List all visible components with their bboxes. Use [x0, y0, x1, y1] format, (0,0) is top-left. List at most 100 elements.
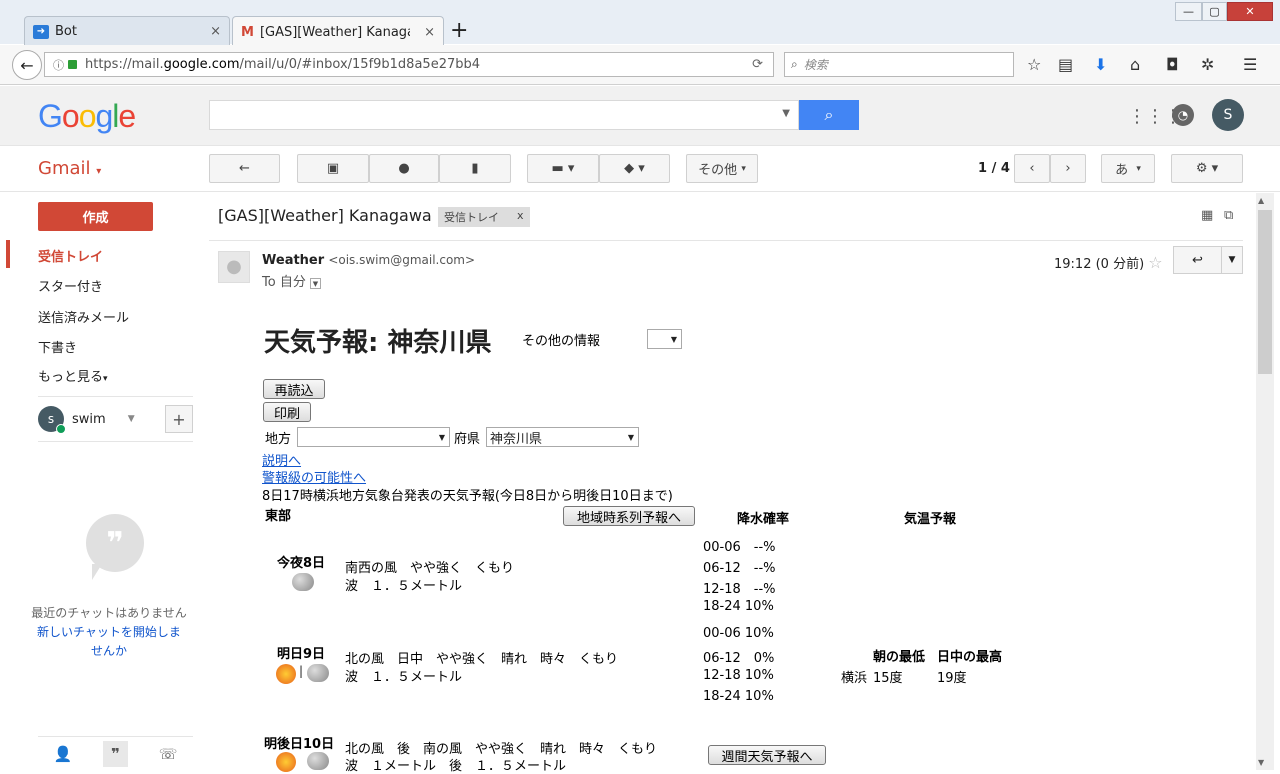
search-placeholder: 検索 [803, 58, 828, 72]
labels-button[interactable]: ◆ ▾ [599, 154, 670, 183]
maximize-button[interactable]: ▢ [1202, 2, 1227, 21]
precip-row: 12-18 --% [703, 582, 776, 597]
back-to-inbox-button[interactable]: ← [209, 154, 280, 183]
reply-more-chevron-icon[interactable]: ▼ [1222, 247, 1242, 273]
day-wave-line: 波 １メートル 後 １．５メートル [345, 759, 567, 774]
star-icon[interactable]: ☆ [1148, 253, 1162, 272]
back-button[interactable]: ← [12, 50, 42, 80]
input-tools-button[interactable]: あ ▾ [1101, 154, 1155, 183]
sidebar-item-more[interactable]: もっと見る▾ [38, 366, 108, 385]
google-logo[interactable]: Google [38, 98, 136, 135]
online-status-icon [56, 424, 66, 434]
bookmark-star-icon[interactable]: ☆ [1027, 55, 1041, 74]
settings-button[interactable]: ⚙ ▾ [1171, 154, 1243, 183]
more-button[interactable]: その他 ▾ [686, 154, 758, 183]
other-info-select[interactable]: ▼ [647, 329, 682, 349]
reply-button[interactable]: ↩ [1174, 247, 1222, 273]
new-tab-button[interactable]: + [450, 18, 468, 43]
gmail-favicon-icon: M [241, 24, 254, 40]
contacts-person-icon[interactable]: 👤 [53, 745, 72, 763]
tab-bot[interactable]: ➜ Bot × [24, 16, 230, 46]
recipient: To 自分 [262, 275, 306, 290]
browser-search-input[interactable]: ⌕ 検索 [784, 52, 1014, 77]
account-avatar[interactable]: S [1212, 99, 1244, 131]
scroll-up-icon[interactable]: ▲ [1258, 196, 1264, 205]
header-divider [209, 240, 1243, 241]
delete-button[interactable]: ▮ [439, 154, 511, 183]
weekly-forecast-button[interactable]: 週間天気予報へ [708, 745, 826, 765]
area-name: 東部 [265, 509, 292, 524]
tab-close-icon[interactable]: × [210, 24, 221, 39]
message-time: 19:12 (0 分前) ☆ [1054, 253, 1163, 272]
temp-low: 15度 [873, 671, 903, 686]
archive-button[interactable]: ▣ [297, 154, 369, 183]
precip-row: 06-12 --% [703, 561, 776, 576]
search-icon: ⌕ [824, 105, 834, 124]
print-button[interactable]: 印刷 [263, 402, 311, 422]
hangouts-bubble-tail [92, 564, 102, 580]
precip-row: 18-24 10% [703, 599, 774, 614]
day-wave-line: 波 １．５メートル [345, 579, 463, 594]
reload-icon[interactable]: ⟳ [752, 57, 763, 72]
mail-search-button[interactable]: ⌕ [799, 100, 859, 130]
chevron-down-icon[interactable]: ▼ [128, 414, 135, 424]
sidebar-item-sent[interactable]: 送信済みメール [38, 307, 129, 326]
details-chevron-icon[interactable]: ▼ [309, 278, 321, 289]
tab-label: Bot [55, 24, 77, 39]
gmail-label[interactable]: Gmail ▾ [38, 158, 101, 179]
minimize-button[interactable]: — [1175, 2, 1202, 21]
print-icon[interactable]: ▦ [1201, 208, 1213, 223]
bot-favicon-icon: ➜ [33, 24, 49, 39]
sidebar-item-starred[interactable]: スター付き [38, 276, 103, 295]
separator: | [299, 664, 304, 678]
start-chat-link[interactable]: 新しいチャットを開始しませんか [24, 623, 194, 661]
tab-label: [GAS][Weather] Kanagawa [259, 24, 410, 40]
scrollbar-thumb[interactable] [1258, 210, 1272, 374]
scroll-down-icon[interactable]: ▼ [1258, 758, 1264, 767]
address-bar[interactable]: ⓘ https://mail. google.com/mail/u/0/#inbo… [44, 52, 774, 77]
chat-user-name: swim [72, 411, 106, 427]
message-subject: [GAS][Weather] Kanagawa [218, 206, 432, 225]
mail-search-input[interactable]: ▼ [209, 100, 799, 130]
precip-row: 00-06 --% [703, 540, 776, 555]
window-close-button[interactable]: ✕ [1227, 2, 1273, 21]
older-button[interactable]: › [1050, 154, 1086, 183]
notifications-bell-icon[interactable]: ◔ [1172, 104, 1194, 126]
chevron-down-icon[interactable]: ▼ [782, 108, 790, 119]
sidebar-item-inbox[interactable]: 受信トレイ [38, 246, 103, 265]
sidebar-item-drafts[interactable]: 下書き [38, 337, 77, 356]
compose-button[interactable]: 作成 [38, 202, 153, 231]
precip-row: 12-18 10% [703, 668, 774, 683]
region-select[interactable]: ▼ [297, 427, 450, 447]
home-icon[interactable]: ⌂ [1130, 55, 1140, 74]
reading-list-icon[interactable]: ▤ [1058, 55, 1073, 74]
download-icon[interactable]: ⬇ [1094, 55, 1107, 74]
sender-name[interactable]: Weather [262, 253, 324, 268]
pager-count: 1 / 4 [978, 161, 1010, 176]
chat-user[interactable]: s swim ▼ [38, 406, 135, 434]
hangouts-icon[interactable]: ❞ [103, 740, 128, 767]
remove-label-icon[interactable]: x [517, 209, 524, 225]
move-to-button[interactable]: ▬ ▾ [527, 154, 599, 183]
newer-button[interactable]: ‹ [1014, 154, 1050, 183]
timeseries-button[interactable]: 地域時系列予報へ [563, 506, 695, 526]
sender-avatar: ● [218, 251, 250, 283]
inbox-label-chip[interactable]: 受信トレイ x [438, 207, 530, 227]
phone-icon[interactable]: ☏ [159, 745, 178, 763]
url-prefix: https://mail. [85, 57, 164, 72]
warning-link[interactable]: 警報級の可能性へ [262, 467, 366, 486]
prefecture-select[interactable]: 神奈川県 ▼ [486, 427, 639, 447]
report-spam-button[interactable]: ● [369, 154, 439, 183]
pocket-icon[interactable]: ◘ [1166, 55, 1179, 74]
extension-icon[interactable]: ✲ [1201, 55, 1214, 74]
folder-icon: ▬ ▾ [551, 161, 575, 176]
reload-button[interactable]: 再読込 [263, 379, 325, 399]
menu-icon[interactable]: ☰ [1243, 55, 1257, 74]
search-icon: ⌕ [791, 57, 798, 71]
tab-close-icon[interactable]: × [424, 25, 435, 40]
reply-button-group: ↩ ▼ [1173, 246, 1243, 274]
new-window-icon[interactable]: ⧉ [1224, 208, 1233, 223]
precip-row: 06-12 0% [703, 651, 775, 666]
tab-gmail[interactable]: M [GAS][Weather] Kanagawa × [232, 16, 444, 47]
add-chat-button[interactable]: + [165, 405, 193, 433]
